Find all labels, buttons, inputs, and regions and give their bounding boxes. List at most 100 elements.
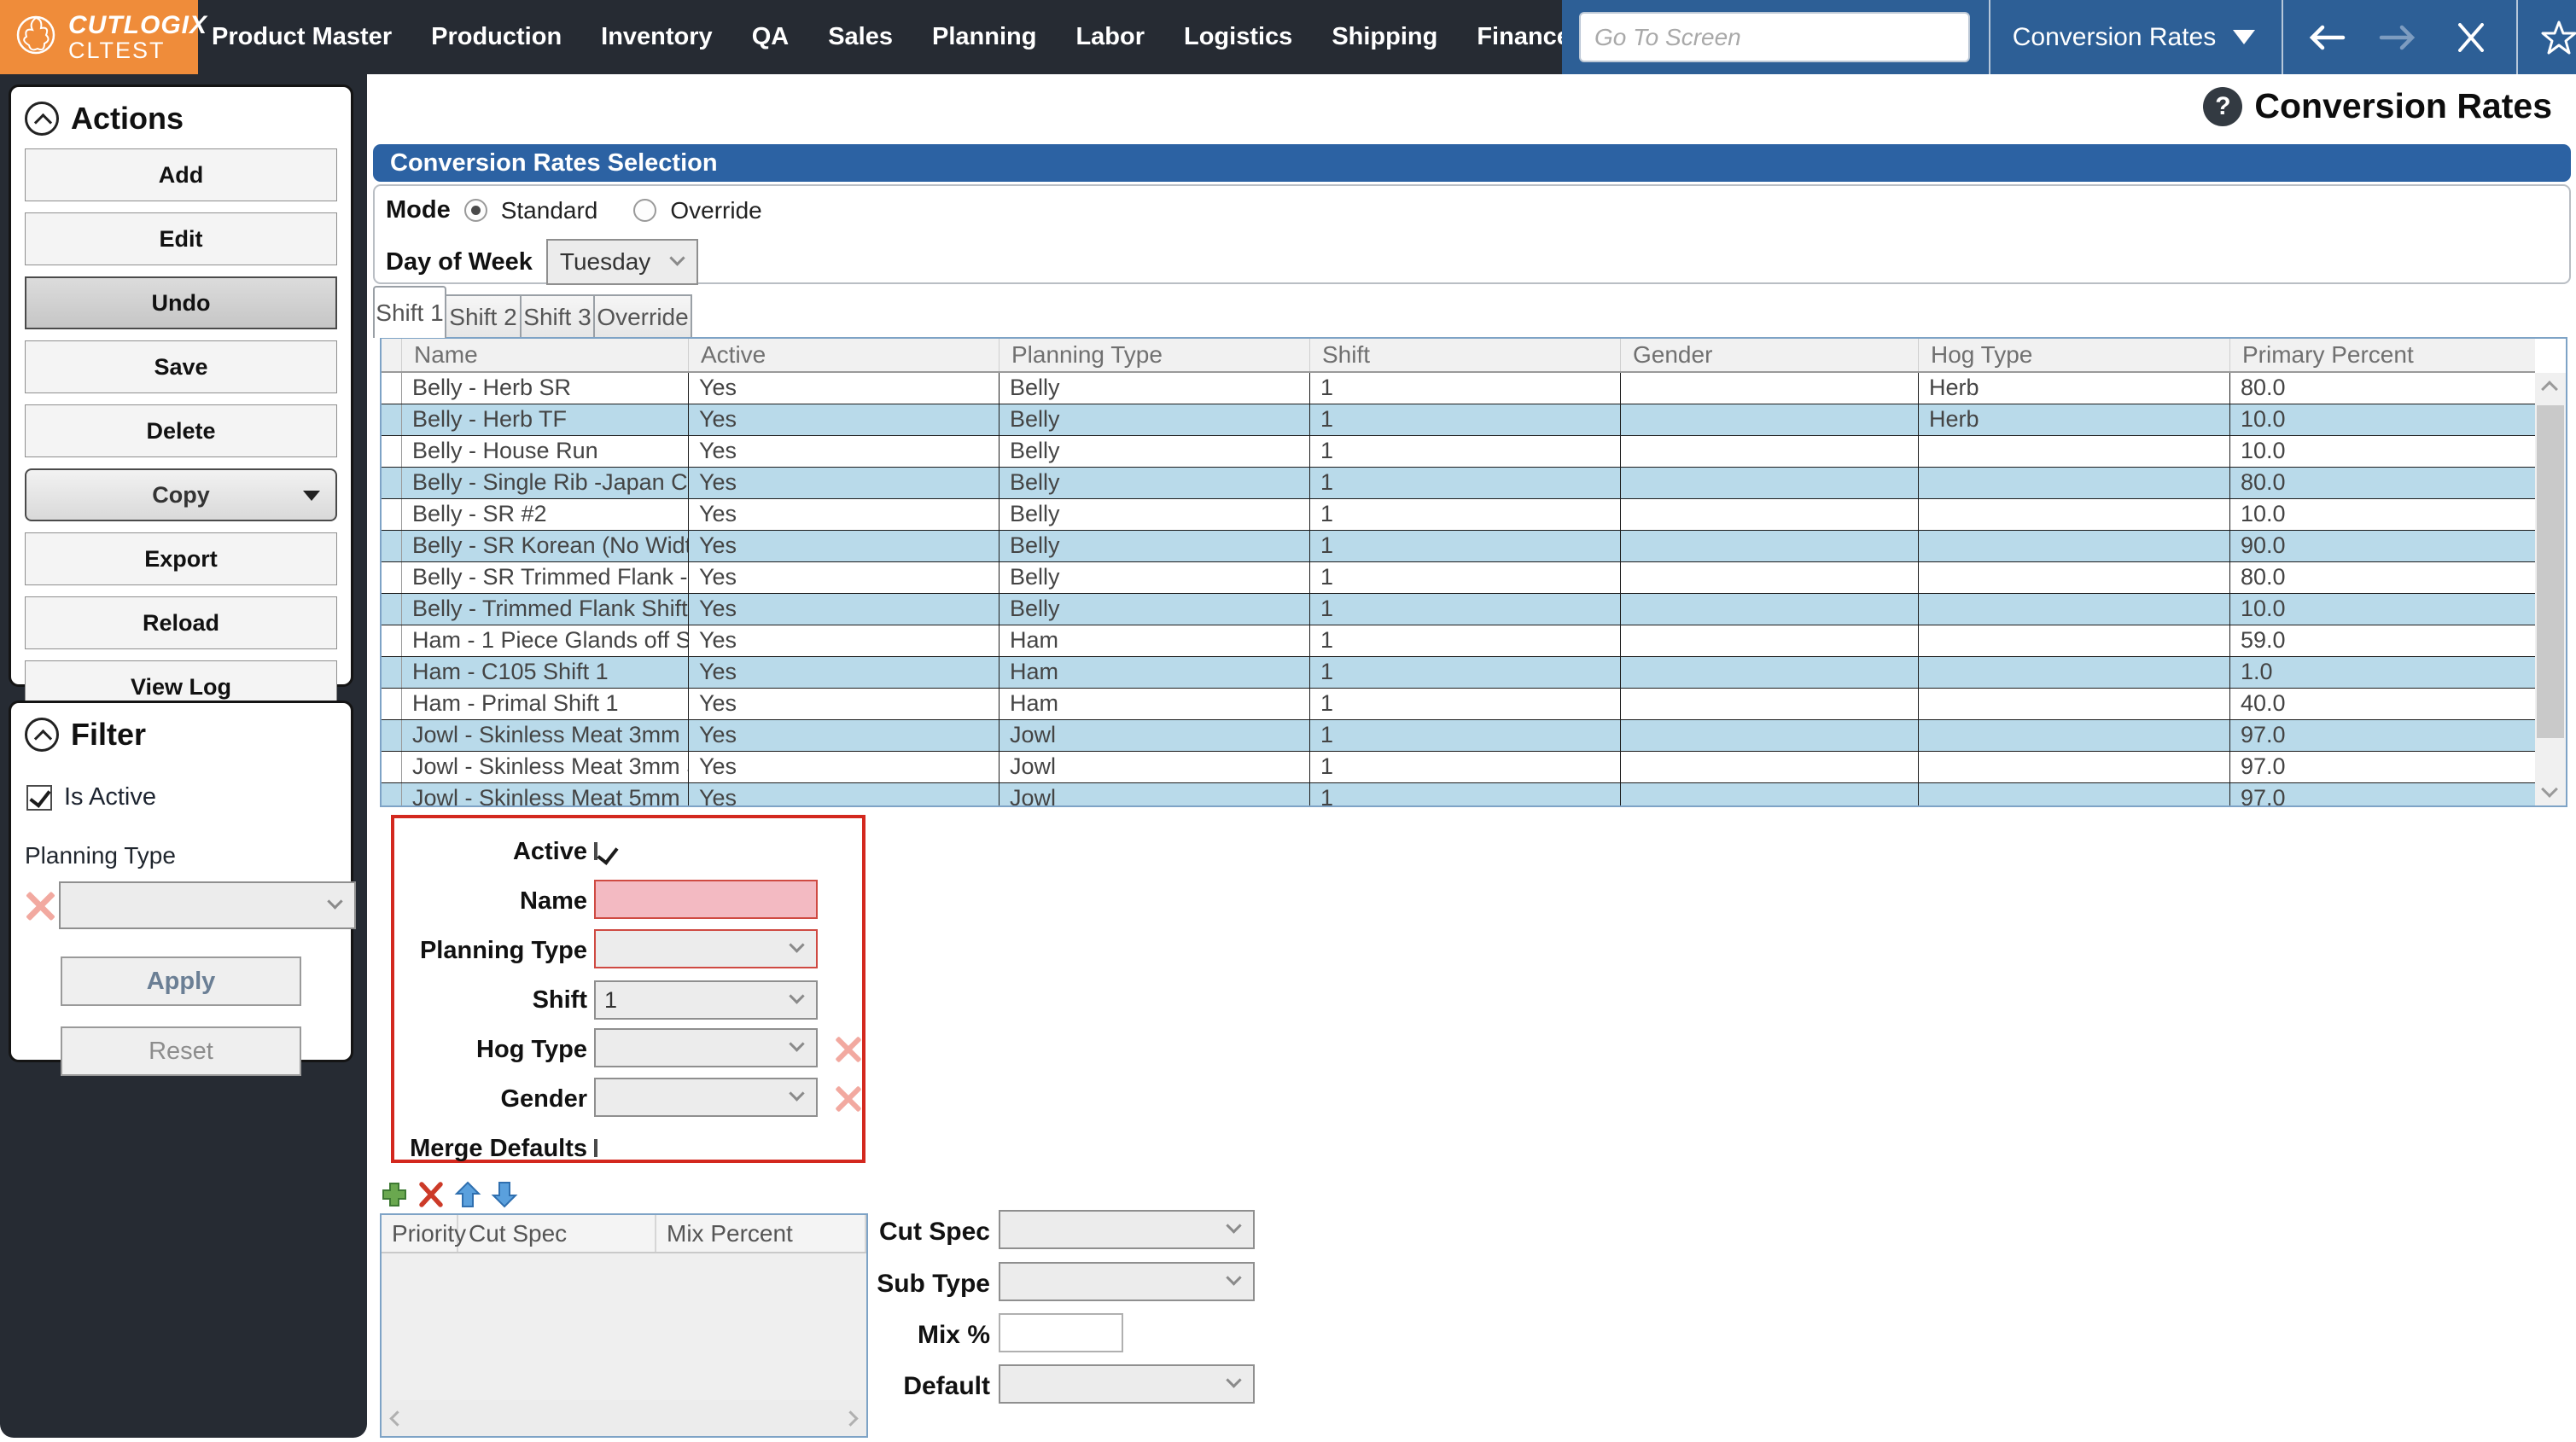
tab-shift-3[interactable]: Shift 3	[520, 294, 595, 338]
delete-button[interactable]: Delete	[25, 404, 337, 457]
gender-select[interactable]	[594, 1077, 818, 1117]
scrollbar-thumb[interactable]	[2537, 405, 2564, 738]
table-row[interactable]: Jowl - Skinless Meat 3mm Max ShYesJowl1 9…	[382, 720, 2535, 752]
add-row-icon[interactable]	[380, 1180, 409, 1209]
clear-gender-icon[interactable]	[833, 1084, 862, 1113]
table-row[interactable]: Belly - House Run Yes Belly 1 10.0	[382, 436, 2535, 468]
menu-item-logistics[interactable]: Logistics	[1184, 23, 1292, 51]
table-row[interactable]: Belly - Single Rib -Japan Chilled SYesBe…	[382, 468, 2535, 499]
move-down-icon[interactable]	[490, 1180, 519, 1209]
favorite-star-icon[interactable]	[2525, 0, 2576, 74]
brand-environment: CLTEST	[68, 38, 166, 64]
cell-shift: 1	[1310, 404, 1621, 435]
table-row[interactable]: Belly - Herb TF Yes Belly 1 Herb 10.0	[382, 404, 2535, 436]
hog-type-select[interactable]	[594, 1027, 818, 1067]
edit-button[interactable]: Edit	[25, 212, 337, 265]
name-input[interactable]	[594, 879, 818, 919]
table-row[interactable]: Ham - 1 Piece Glands off Shift 1YesHam1 5…	[382, 625, 2535, 657]
save-button[interactable]: Save	[25, 340, 337, 393]
cell-planning_type: Belly	[1000, 594, 1310, 625]
forward-icon[interactable]	[2364, 0, 2433, 74]
mode-override-radio[interactable]	[633, 199, 657, 222]
table-row[interactable]: Belly - Herb SR Yes Belly 1 Herb 80.0	[382, 373, 2535, 404]
goto-screen-input[interactable]	[1579, 12, 1970, 62]
menu-item-sales[interactable]: Sales	[828, 23, 893, 51]
filter-planning-type-select[interactable]	[59, 881, 356, 929]
priority-column-header-priority[interactable]: Priority	[382, 1215, 466, 1252]
day-of-week-select[interactable]: Tuesday	[545, 239, 698, 285]
table-row[interactable]: Belly - SR Trimmed Flank - JapanYesBelly…	[382, 562, 2535, 594]
default-select[interactable]	[999, 1364, 1255, 1404]
help-icon[interactable]: ?	[2203, 86, 2243, 126]
menu-item-labor[interactable]: Labor	[1075, 23, 1145, 51]
clear-filter-icon[interactable]	[23, 890, 55, 922]
cut-spec-select[interactable]	[999, 1210, 1255, 1249]
active-checkbox[interactable]	[594, 842, 597, 860]
merge-defaults-checkbox[interactable]	[594, 1139, 597, 1157]
table-row[interactable]: Jowl - Skinless Meat 3mm Sized SYesJowl1…	[382, 752, 2535, 783]
merge-defaults-label: Merge Defaults	[410, 1134, 587, 1162]
move-up-icon[interactable]	[453, 1180, 482, 1209]
clear-hog-type-icon[interactable]	[833, 1035, 862, 1064]
scroll-down-icon[interactable]	[2541, 781, 2558, 798]
reload-button[interactable]: Reload	[25, 596, 337, 649]
sub-type-select[interactable]	[999, 1262, 1255, 1301]
collapse-actions-icon[interactable]	[25, 102, 59, 136]
button-label: Export	[144, 545, 218, 572]
table-row[interactable]: Belly - SR #2 Yes Belly 1 10.0	[382, 499, 2535, 531]
cell-hog_type	[1919, 499, 2230, 530]
menu-item-planning[interactable]: Planning	[932, 23, 1036, 51]
scroll-up-icon[interactable]	[2541, 381, 2558, 398]
column-header-active[interactable]: Active	[689, 339, 1000, 371]
cell-hog_type	[1919, 625, 2230, 656]
cell-hog_type	[1919, 657, 2230, 688]
table-row[interactable]: Ham - Primal Shift 1 Yes Ham 1 40.0	[382, 689, 2535, 720]
tab-shift-1[interactable]: Shift 1	[373, 286, 446, 338]
add-button[interactable]: Add	[25, 148, 337, 201]
column-header-shift[interactable]: Shift	[1310, 339, 1621, 371]
column-header-name[interactable]: Name	[402, 339, 689, 371]
collapse-filter-icon[interactable]	[25, 718, 59, 752]
cell-name: Ham - C105 Shift 1	[402, 657, 689, 688]
table-row[interactable]: Belly - SR Korean (No Width, All BYesBel…	[382, 531, 2535, 562]
delete-row-icon[interactable]	[417, 1180, 446, 1209]
column-header-primary_percent[interactable]: Primary Percent	[2230, 339, 2535, 371]
column-header-gender[interactable]: Gender	[1621, 339, 1919, 371]
table-row[interactable]: Belly - Trimmed Flank Shift 1 Yes Belly 1 10…	[382, 594, 2535, 625]
mix-percent-input[interactable]	[999, 1313, 1123, 1352]
tab-override[interactable]: Override	[593, 294, 692, 338]
column-header-hog_type[interactable]: Hog Type	[1919, 339, 2230, 371]
row-indicator	[382, 562, 402, 593]
scroll-left-icon[interactable]	[389, 1410, 405, 1427]
reset-button[interactable]: Reset	[61, 1026, 301, 1076]
undo-button[interactable]: Undo	[25, 276, 337, 329]
menu-item-inventory[interactable]: Inventory	[601, 23, 713, 51]
grid-vertical-scrollbar[interactable]	[2535, 373, 2566, 805]
table-row[interactable]: Jowl - Skinless Meat 5mm Max ShYesJowl1 9…	[382, 783, 2535, 805]
is-active-checkbox[interactable]	[26, 784, 52, 811]
scroll-right-icon[interactable]	[842, 1410, 859, 1427]
tab-shift-2[interactable]: Shift 2	[445, 294, 522, 338]
table-row[interactable]: Ham - C105 Shift 1 Yes Ham 1 1.0	[382, 657, 2535, 689]
sidebar: Actions Add Edit Undo Save Delete Copy Export R…	[0, 74, 367, 1438]
back-icon[interactable]	[2292, 0, 2360, 74]
planning-type-select[interactable]	[594, 928, 818, 968]
mode-standard-radio[interactable]	[463, 199, 487, 222]
menu-item-production[interactable]: Production	[431, 23, 562, 51]
shift-select[interactable]: 1	[594, 980, 818, 1020]
apply-button[interactable]: Apply	[61, 956, 301, 1006]
cell-gender	[1621, 752, 1919, 782]
priority-column-header-cut-spec[interactable]: Cut Spec	[458, 1215, 656, 1252]
row-indicator	[382, 499, 402, 530]
menu-item-qa[interactable]: QA	[752, 23, 790, 51]
cell-planning_type: Jowl	[1000, 752, 1310, 782]
column-header-planning_type[interactable]: Planning Type	[1000, 339, 1310, 371]
screen-selector-dropdown[interactable]: Conversion Rates	[2006, 0, 2262, 74]
close-icon[interactable]	[2437, 0, 2505, 74]
export-button[interactable]: Export	[25, 532, 337, 585]
menu-item-product-master[interactable]: Product Master	[212, 23, 392, 51]
menu-item-shipping[interactable]: Shipping	[1332, 23, 1437, 51]
name-label: Name	[520, 887, 587, 915]
menu-item-finance[interactable]: Finance	[1477, 23, 1571, 51]
copy-button[interactable]: Copy	[25, 468, 337, 521]
